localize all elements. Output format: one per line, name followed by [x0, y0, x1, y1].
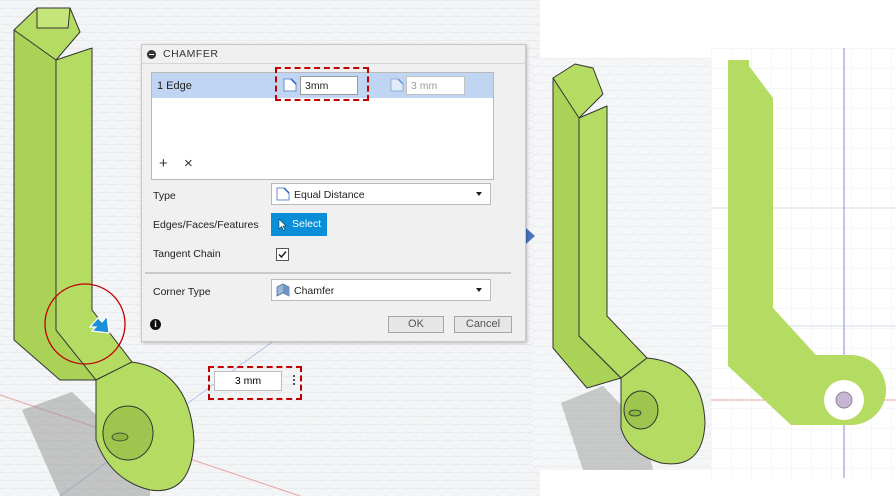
- chevron-down-icon: [476, 288, 482, 292]
- selection-row-label: 1 Edge: [157, 80, 192, 92]
- chamfer-icon: [276, 187, 290, 201]
- edges-label: Edges/Faces/Features: [153, 219, 259, 231]
- type-value: Equal Distance: [294, 189, 365, 201]
- corner-type-label: Corner Type: [153, 286, 211, 298]
- chamfer-dialog: CHAMFER 1 Edge 3mm 3 mm + × Type Equal D…: [141, 44, 526, 342]
- section-divider: [145, 272, 511, 274]
- viewport-3d-result: [533, 58, 711, 470]
- remove-selection-button[interactable]: ×: [184, 155, 193, 172]
- corner-type-icon: [276, 283, 290, 297]
- select-button[interactable]: Select: [271, 213, 327, 236]
- dialog-title: CHAMFER: [163, 48, 219, 60]
- ok-button[interactable]: OK: [388, 316, 444, 333]
- type-label: Type: [153, 190, 176, 202]
- tangent-chain-checkbox[interactable]: [276, 248, 289, 261]
- add-selection-button[interactable]: +: [159, 155, 168, 172]
- chevron-down-icon: [476, 192, 482, 196]
- cursor-icon: [278, 218, 287, 231]
- chamfer-icon: [390, 78, 404, 92]
- checkmark-icon: [278, 251, 287, 259]
- viewport-2d-view: [711, 48, 896, 478]
- dialog-header: CHAMFER: [142, 45, 525, 64]
- tangent-chain-label: Tangent Chain: [153, 248, 221, 260]
- corner-type-value: Chamfer: [294, 285, 335, 297]
- corner-type-dropdown[interactable]: Chamfer: [271, 279, 491, 301]
- second-distance-input: 3 mm: [406, 76, 465, 95]
- collapse-icon[interactable]: [147, 49, 156, 59]
- type-dropdown[interactable]: Equal Distance: [271, 183, 491, 205]
- annotation-box-distance: [275, 67, 369, 101]
- info-icon[interactable]: i: [150, 319, 161, 330]
- cancel-button[interactable]: Cancel: [454, 316, 512, 333]
- select-button-label: Select: [292, 218, 322, 230]
- annotation-box-manipulator: [208, 366, 302, 400]
